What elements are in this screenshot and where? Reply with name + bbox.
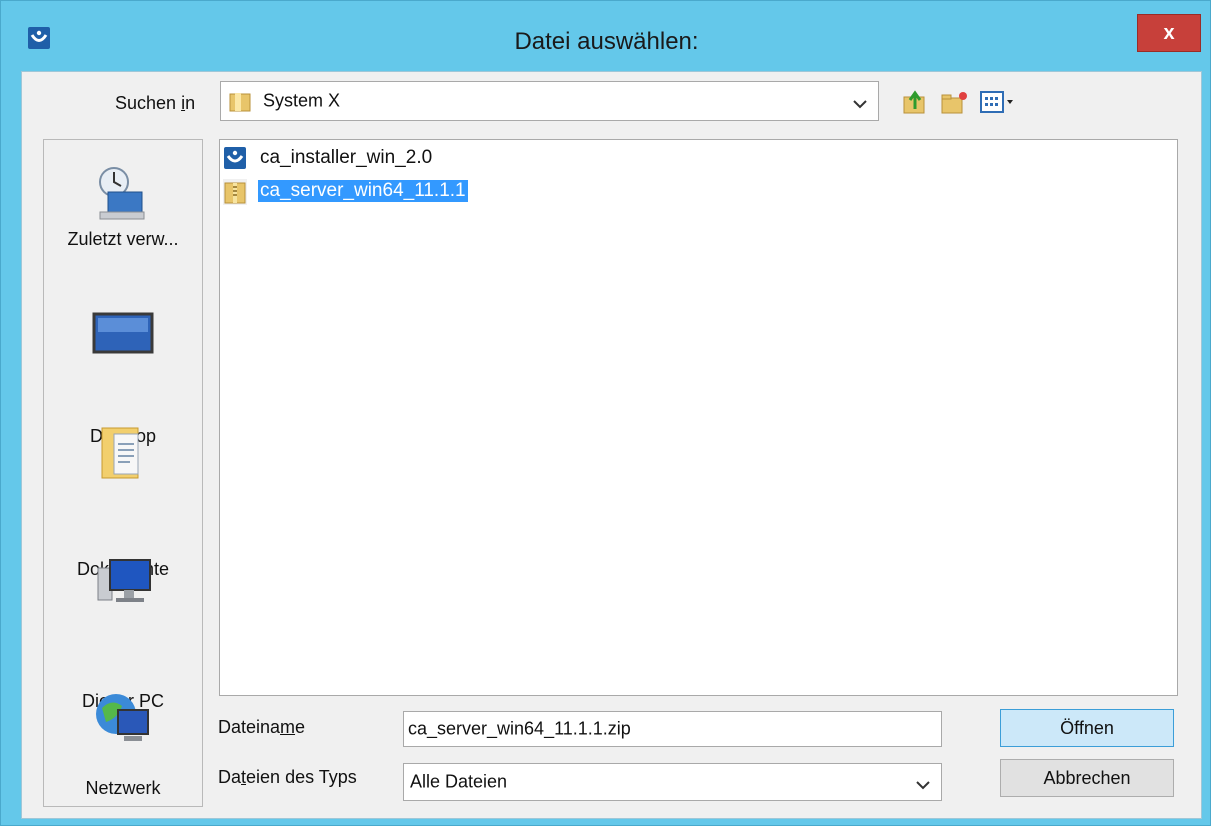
up-one-level-icon[interactable]: [901, 89, 929, 115]
desktop-icon: [92, 302, 154, 364]
view-menu-icon[interactable]: [979, 89, 1021, 115]
filetype-value: Alle Dateien: [410, 771, 508, 792]
lookin-label: Suchen in: [115, 93, 196, 113]
place-this-pc[interactable]: Dieser PC: [44, 552, 202, 711]
place-label: Zuletzt verw...: [67, 229, 179, 249]
folder-icon: [229, 91, 251, 113]
file-chooser-dialog: Datei auswählen: x Suchen in System X Zu…: [0, 0, 1211, 826]
place-desktop[interactable]: Desktop: [44, 288, 202, 446]
filename-value: ca_server_win64_11.1.1.zip: [408, 718, 631, 739]
this-pc-icon: [92, 552, 154, 614]
cancel-button[interactable]: Abbrechen: [1000, 759, 1174, 797]
file-list[interactable]: ca_installer_win_2.0 ca_server_win64_11.…: [219, 139, 1178, 696]
recent-items-icon: [92, 162, 154, 224]
zip-folder-icon: [223, 179, 247, 205]
filetype-label: Dateien des Typs: [218, 767, 357, 787]
dialog-body: Suchen in System X Zuletzt verw... PC Ne…: [21, 71, 1202, 819]
window-title: Datei auswählen:: [514, 28, 699, 55]
lookin-combo[interactable]: System X: [220, 81, 879, 121]
chevron-down-icon: [852, 96, 868, 109]
lookin-value: System X: [263, 90, 341, 111]
place-recent[interactable]: Zuletzt verw...: [44, 140, 202, 270]
close-button[interactable]: x: [1137, 14, 1201, 52]
title-bar[interactable]: Datei auswählen: x: [1, 1, 1211, 71]
new-folder-icon[interactable]: [939, 89, 969, 115]
filetype-select[interactable]: Alle Dateien: [403, 763, 942, 801]
filename-label: Dateiname: [218, 717, 306, 737]
file-name: ca_server_win64_11.1.1: [258, 180, 468, 202]
installer-icon: [223, 146, 247, 172]
places-sidebar: Zuletzt verw... Desktop: [43, 139, 203, 807]
documents-icon: [92, 420, 154, 482]
filename-input[interactable]: ca_server_win64_11.1.1.zip: [403, 711, 942, 747]
list-item-selected[interactable]: ca_server_win64_11.1.1: [223, 177, 489, 207]
network-icon: [92, 688, 154, 750]
place-network[interactable]: Netzwerk: [44, 684, 202, 808]
open-button[interactable]: Öffnen: [1000, 709, 1174, 747]
place-documents[interactable]: Dokumente: [44, 420, 202, 579]
place-label: Netzwerk: [85, 778, 161, 798]
list-item[interactable]: ca_installer_win_2.0: [223, 144, 473, 174]
file-name: ca_installer_win_2.0: [260, 147, 433, 168]
chevron-down-icon: [915, 777, 931, 790]
